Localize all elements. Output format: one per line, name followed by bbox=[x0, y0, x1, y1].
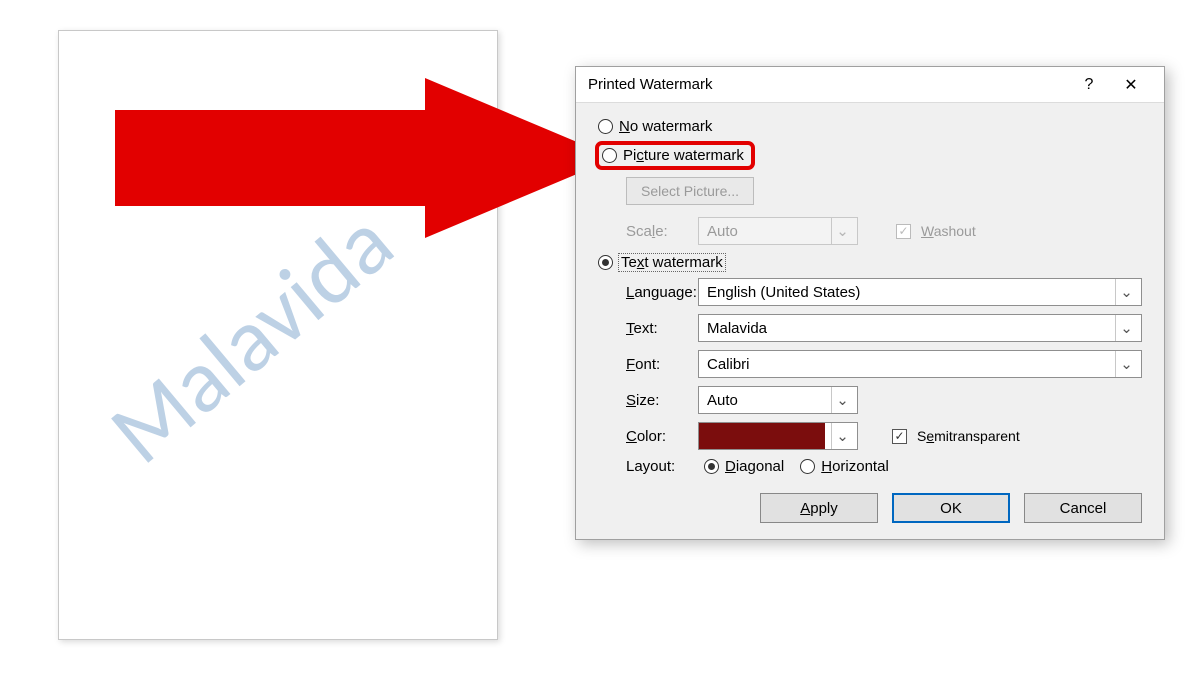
radio-icon bbox=[598, 255, 613, 270]
language-label: Language: bbox=[598, 284, 688, 301]
size-row: Size: Auto ⌄ bbox=[598, 382, 1142, 418]
dialog-button-row: Apply OK Cancel bbox=[598, 485, 1142, 523]
color-label: Color: bbox=[598, 428, 688, 445]
size-combo[interactable]: Auto ⌄ bbox=[698, 386, 858, 414]
radio-icon bbox=[800, 459, 815, 474]
select-picture-button: Select Picture... bbox=[626, 177, 754, 205]
close-button[interactable]: ✕ bbox=[1110, 67, 1152, 103]
size-value: Auto bbox=[707, 392, 825, 409]
help-button[interactable]: ? bbox=[1068, 67, 1110, 103]
text-combo[interactable]: Malavida ⌄ bbox=[698, 314, 1142, 342]
dialog-title: Printed Watermark bbox=[588, 76, 1068, 93]
color-row: Color: ⌄ ✓ Semitransparent bbox=[598, 418, 1142, 454]
radio-no-watermark[interactable]: No watermark bbox=[598, 115, 1142, 138]
scale-combo: Auto ⌄ bbox=[698, 217, 858, 245]
semitransparent-checkbox[interactable]: ✓ bbox=[892, 429, 907, 444]
font-row: Font: Calibri ⌄ bbox=[598, 346, 1142, 382]
radio-picture-watermark-label[interactable]: Picture watermark bbox=[623, 147, 744, 164]
radio-label: No watermark bbox=[619, 118, 712, 135]
radio-text-watermark-label: Text watermark bbox=[619, 254, 725, 271]
chevron-down-icon: ⌄ bbox=[1115, 315, 1137, 341]
scale-value: Auto bbox=[707, 223, 825, 240]
scale-row: Scale: Auto ⌄ ✓ Washout bbox=[598, 213, 1142, 249]
scale-label: Scale: bbox=[598, 223, 688, 240]
text-label: Text: bbox=[598, 320, 688, 337]
font-label: Font: bbox=[598, 356, 688, 373]
washout-checkbox: ✓ bbox=[896, 224, 911, 239]
cancel-button[interactable]: Cancel bbox=[1024, 493, 1142, 523]
apply-button[interactable]: Apply bbox=[760, 493, 878, 523]
color-combo[interactable]: ⌄ bbox=[698, 422, 858, 450]
radio-icon[interactable] bbox=[602, 148, 617, 163]
color-swatch bbox=[699, 423, 825, 449]
layout-horizontal-label: Horizontal bbox=[821, 458, 889, 475]
chevron-down-icon: ⌄ bbox=[1115, 279, 1137, 305]
chevron-down-icon: ⌄ bbox=[831, 387, 853, 413]
size-label: Size: bbox=[598, 392, 688, 409]
text-row: Text: Malavida ⌄ bbox=[598, 310, 1142, 346]
printed-watermark-dialog: Printed Watermark ? ✕ No watermark Pictu… bbox=[575, 66, 1165, 540]
highlight-annotation: Picture watermark bbox=[595, 141, 755, 170]
radio-icon bbox=[598, 119, 613, 134]
font-value: Calibri bbox=[707, 356, 1109, 373]
chevron-down-icon: ⌄ bbox=[831, 423, 853, 449]
chevron-down-icon: ⌄ bbox=[831, 218, 853, 244]
language-value: English (United States) bbox=[707, 284, 1109, 301]
ok-button[interactable]: OK bbox=[892, 493, 1010, 523]
dialog-titlebar: Printed Watermark ? ✕ bbox=[576, 67, 1164, 103]
radio-icon bbox=[704, 459, 719, 474]
semitransparent-label: Semitransparent bbox=[917, 428, 1020, 444]
washout-label: Washout bbox=[921, 223, 976, 239]
layout-horizontal-option[interactable]: Horizontal bbox=[800, 458, 889, 475]
layout-label: Layout: bbox=[598, 458, 688, 475]
document-watermark-text: Malavida bbox=[88, 188, 415, 487]
text-value: Malavida bbox=[707, 320, 1109, 337]
dialog-body: No watermark Picture watermark Select Pi… bbox=[576, 103, 1164, 539]
layout-diagonal-option[interactable]: Diagonal bbox=[704, 458, 784, 475]
language-combo[interactable]: English (United States) ⌄ bbox=[698, 278, 1142, 306]
document-preview: Malavida bbox=[58, 30, 498, 640]
chevron-down-icon: ⌄ bbox=[1115, 351, 1137, 377]
layout-row: Layout: Diagonal Horizontal bbox=[598, 454, 1142, 485]
language-row: Language: English (United States) ⌄ bbox=[598, 274, 1142, 310]
layout-diagonal-label: Diagonal bbox=[725, 458, 784, 475]
radio-text-watermark[interactable]: Text watermark bbox=[598, 251, 1142, 274]
font-combo[interactable]: Calibri ⌄ bbox=[698, 350, 1142, 378]
radio-picture-watermark-row: Picture watermark bbox=[598, 138, 1142, 173]
